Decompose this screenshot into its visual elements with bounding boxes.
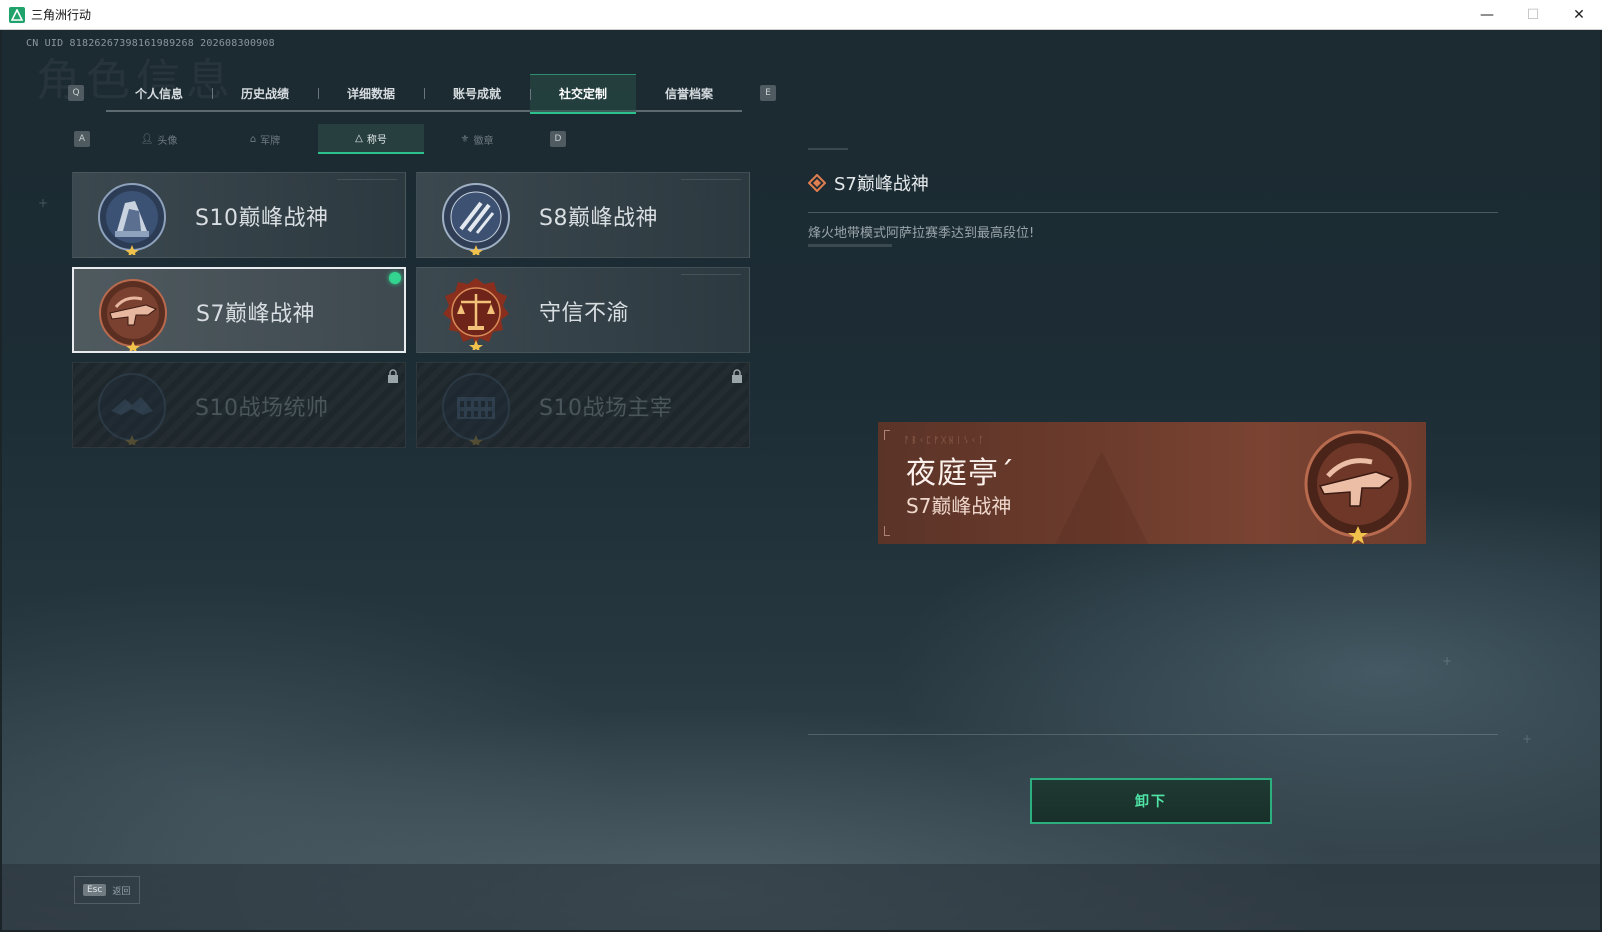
nameplate-watermark-icon: ▲: [1048, 422, 1156, 544]
nameplate-preview: ▲ ᚨᛒᚲᛈᚠᚷᚺᛁᛊᚲᛚ 夜庭亭ˊ S7巅峰战神: [878, 422, 1426, 544]
title-card-locked[interactable]: S10战场主宰: [416, 362, 750, 448]
back-label: 返回: [112, 886, 131, 897]
tab-social-custom[interactable]: 社交定制: [530, 74, 636, 114]
divider: [808, 212, 1498, 213]
scales-badge-icon: [443, 278, 509, 350]
title-card-selected[interactable]: S7巅峰战神: [72, 267, 406, 353]
esc-key-hint: Esc: [83, 884, 107, 896]
tab-personal-info[interactable]: 个人信息: [106, 74, 212, 112]
s10-peak-badge-icon: [98, 183, 166, 255]
tab-credit-record[interactable]: 信誉档案: [636, 74, 742, 112]
tab-match-history[interactable]: 历史战绩: [212, 74, 318, 112]
title-card-locked[interactable]: S10战场统帅: [72, 362, 406, 448]
detail-description: 烽火地带模式阿萨拉赛季达到最高段位!: [808, 226, 1035, 241]
detail-title: S7巅峰战神: [834, 174, 929, 195]
subtab-dogtag[interactable]: ⌂ 军牌: [212, 124, 318, 154]
detail-decoration-line: [808, 148, 848, 150]
minimize-button[interactable]: —: [1464, 0, 1510, 30]
next-tab-key-hint[interactable]: E: [760, 85, 776, 101]
subtab-label: 称号: [366, 134, 387, 146]
nameplate-title: S7巅峰战神: [906, 494, 1012, 518]
equipped-indicator-icon: [389, 272, 401, 284]
s8-peak-badge-icon: [442, 183, 510, 255]
subtab-title[interactable]: △ 称号: [318, 124, 424, 154]
s10-dominator-badge-icon: [442, 373, 510, 445]
diamond-icon: [808, 174, 826, 192]
tab-detailed-stats[interactable]: 详细数据: [318, 74, 424, 112]
s7-peak-badge-large-icon: [1304, 430, 1412, 544]
sub-tab-bar: A 👤︎ 头像 ⌂ 军牌 △ 称号 ⚜ 徽章 D: [74, 124, 566, 154]
window-title: 三角洲行动: [31, 8, 92, 22]
next-subtab-key-hint[interactable]: D: [550, 131, 566, 147]
corner-bracket: [884, 430, 890, 440]
subtab-label: 头像: [157, 135, 178, 147]
player-name: 夜庭亭ˊ: [906, 456, 1015, 491]
s10-commander-badge-icon: [98, 373, 166, 445]
tab-achievements[interactable]: 账号成就: [424, 74, 530, 112]
prev-tab-key-hint[interactable]: Q: [68, 85, 84, 101]
prev-subtab-key-hint[interactable]: A: [74, 131, 90, 147]
title-card-label: S10战场主宰: [539, 396, 673, 421]
triangle-icon: △: [355, 132, 363, 144]
card-decoration: [681, 274, 741, 278]
close-button[interactable]: ✕: [1556, 0, 1602, 30]
uid-text: CN UID 818262673981619892​68 20260830090…: [26, 38, 275, 49]
game-viewport: 角色信息 CN UID 818262673981619892​68 202608…: [2, 30, 1600, 930]
crosshair-decoration-icon: +: [38, 196, 49, 210]
crosshair-decoration-icon: +: [1522, 732, 1533, 746]
title-card-label: S8巅峰战神: [539, 206, 658, 231]
title-card[interactable]: S10巅峰战神: [72, 172, 406, 258]
emblem-icon: ⚜: [460, 133, 470, 145]
rune-decoration: ᚨᛒᚲᛈᚠᚷᚺᛁᛊᚲᛚ: [904, 436, 986, 446]
subtab-emblem[interactable]: ⚜ 徽章: [424, 124, 530, 154]
title-card-label: S10战场统帅: [195, 396, 329, 421]
detail-header: S7巅峰战神: [808, 170, 929, 196]
title-card[interactable]: S8巅峰战神: [416, 172, 750, 258]
dogtag-icon: ⌂: [249, 133, 257, 145]
divider: [808, 734, 1498, 735]
maximize-button[interactable]: ☐: [1510, 0, 1556, 30]
subtab-label: 徽章: [473, 135, 494, 147]
bottom-bar: Esc 返回: [2, 864, 1600, 930]
description-decoration: [808, 244, 892, 247]
title-card-label: 守信不渝: [539, 301, 630, 326]
main-tab-bar: Q 个人信息 历史战绩 详细数据 账号成就 社交定制 信誉档案 E: [68, 74, 776, 114]
unequip-button[interactable]: 卸下: [1030, 778, 1272, 824]
card-decoration: [681, 179, 741, 183]
s7-peak-badge-icon: [99, 279, 167, 351]
title-card-label: S10巅峰战神: [195, 206, 329, 231]
subtab-label: 军牌: [260, 135, 281, 147]
crosshair-decoration-icon: +: [1442, 654, 1453, 668]
title-card-label: S7巅峰战神: [196, 302, 315, 327]
lock-icon: [388, 369, 398, 383]
lock-icon: [732, 369, 742, 383]
person-icon: 👤︎: [140, 133, 154, 145]
title-card[interactable]: 守信不渝: [416, 267, 750, 353]
window-titlebar: 三角洲行动 — ☐ ✕: [0, 0, 1602, 30]
back-button[interactable]: Esc 返回: [74, 876, 140, 904]
app-logo-icon: [9, 6, 25, 23]
card-decoration: [337, 179, 397, 183]
corner-bracket: [884, 526, 890, 536]
subtab-avatar[interactable]: 👤︎ 头像: [106, 124, 212, 154]
